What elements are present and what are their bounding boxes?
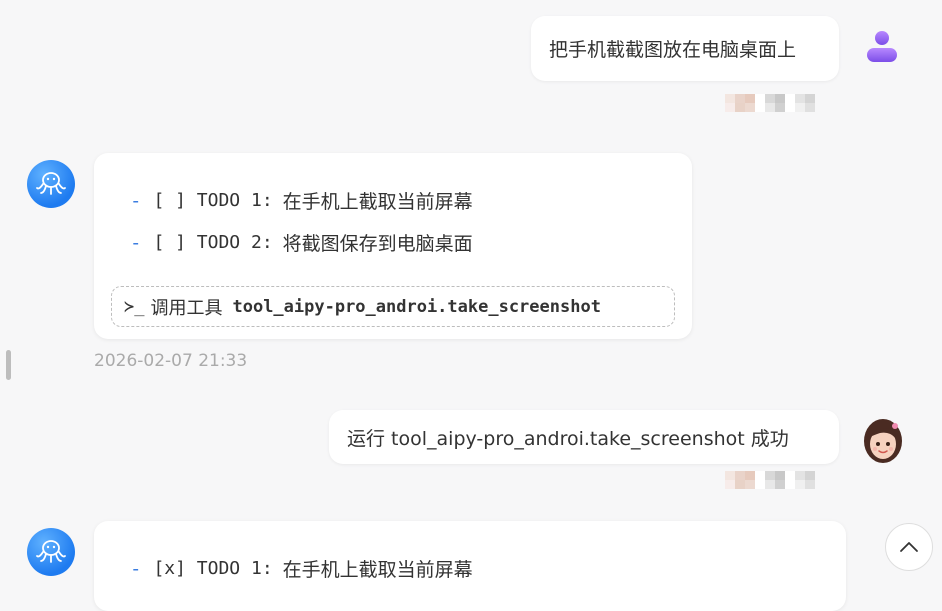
bot-message-bubble: - [x] TODO 1: 在手机上截取当前屏幕 — [94, 521, 846, 611]
pixelated-name-row2 — [725, 480, 815, 489]
todo-text: 在手机上截取当前屏幕 — [282, 559, 473, 581]
todo-checkbox: [x] TODO 1: — [153, 558, 273, 579]
terminal-icon: ≻_ — [124, 296, 145, 317]
user-message-text: 运行 tool_aipy-pro_androi.take_screenshot … — [347, 427, 789, 450]
list-dash: - — [130, 557, 142, 580]
user-avatar — [862, 27, 902, 67]
octopus-icon — [36, 172, 66, 195]
todo-item: - [ ] TODO 1: 在手机上截取当前屏幕 — [130, 187, 473, 214]
scrollbar-thumb[interactable] — [6, 350, 11, 380]
octopus-icon — [36, 540, 66, 563]
girl-avatar — [864, 419, 902, 463]
user-message-bubble: 把手机截截图放在电脑桌面上 — [531, 16, 839, 81]
bot-avatar — [27, 528, 75, 576]
pixelated-name-row2 — [725, 103, 815, 112]
todo-item: - [x] TODO 1: 在手机上截取当前屏幕 — [130, 555, 473, 582]
user-avatar — [862, 417, 904, 465]
bot-message-bubble: - [ ] TODO 1: 在手机上截取当前屏幕 - [ ] TODO 2: 将… — [94, 153, 692, 339]
todo-checkbox: [ ] TODO 1: — [153, 190, 273, 211]
user-message-text: 把手机截截图放在电脑桌面上 — [549, 39, 797, 61]
todo-text: 在手机上截取当前屏幕 — [282, 191, 473, 213]
tool-call-label: 调用工具 — [150, 297, 223, 319]
tool-call-box[interactable]: ≻_ 调用工具 tool_aipy-pro_androi.take_screen… — [111, 286, 675, 327]
chevron-up-icon — [900, 542, 918, 552]
bot-avatar — [27, 160, 75, 208]
list-dash: - — [130, 231, 142, 254]
todo-item: - [ ] TODO 2: 将截图保存到电脑桌面 — [130, 229, 473, 256]
list-dash: - — [130, 189, 142, 212]
todo-text: 将截图保存到电脑桌面 — [282, 233, 473, 255]
scroll-to-top-button[interactable] — [885, 523, 933, 571]
todo-checkbox: [ ] TODO 2: — [153, 232, 273, 253]
message-timestamp: 2026-02-07 21:33 — [94, 351, 248, 371]
user-message-bubble: 运行 tool_aipy-pro_androi.take_screenshot … — [329, 410, 839, 464]
pixelated-name — [725, 94, 815, 103]
tool-call-name: tool_aipy-pro_androi.take_screenshot — [232, 296, 601, 317]
person-icon — [867, 31, 897, 62]
pixelated-name — [725, 471, 815, 480]
